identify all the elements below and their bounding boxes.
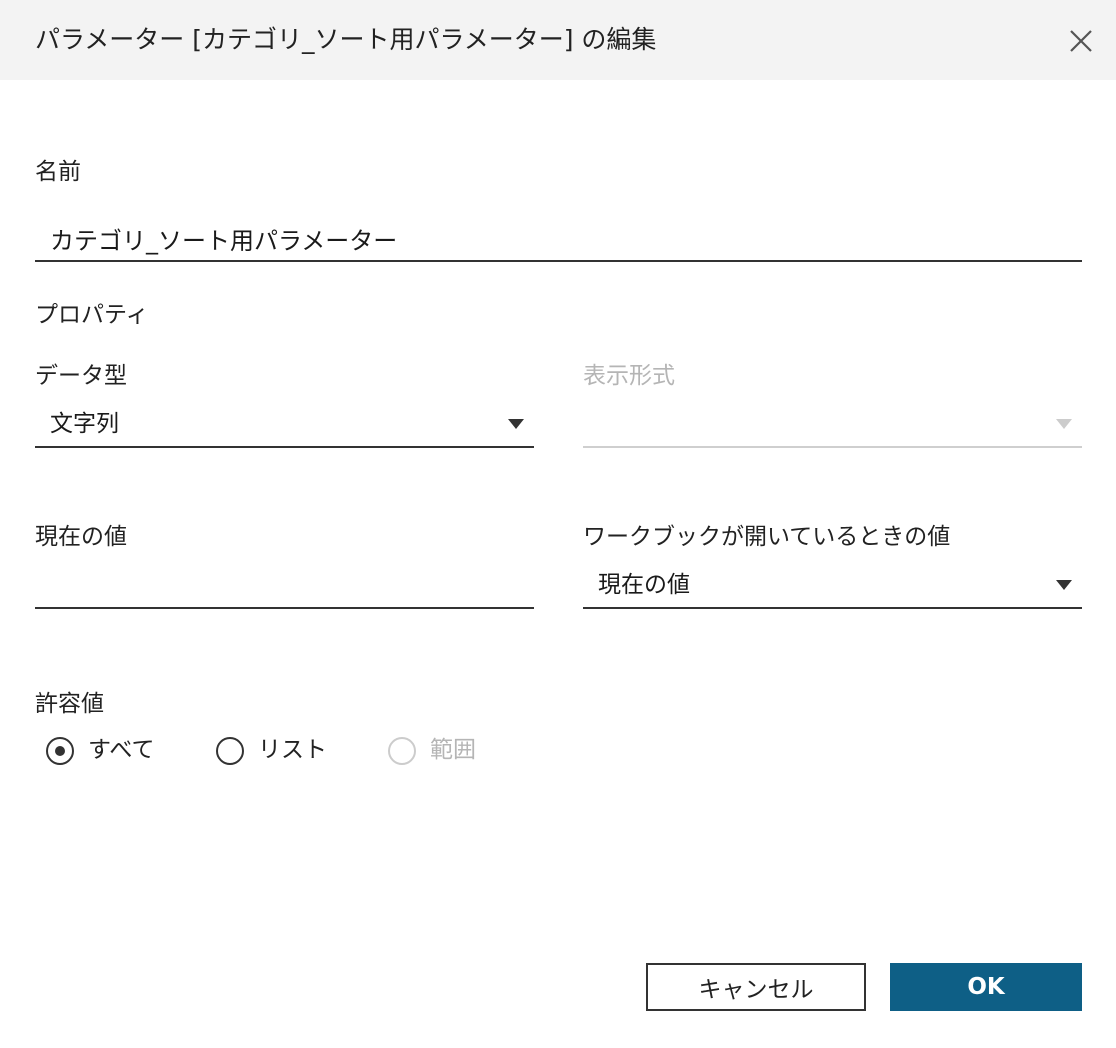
- current-value-input[interactable]: [35, 563, 534, 609]
- radio-all[interactable]: すべて: [46, 734, 186, 770]
- allowable-values-label: 許容値: [35, 691, 104, 717]
- radio-list[interactable]: リスト: [216, 734, 356, 770]
- data-type-label: データ型: [35, 363, 127, 389]
- radio-all-label: すべて: [88, 737, 155, 763]
- properties-heading: プロパティ: [35, 302, 149, 328]
- close-button[interactable]: [1064, 24, 1098, 58]
- radio-list-label: リスト: [258, 737, 327, 763]
- radio-range: 範囲: [388, 734, 508, 770]
- edit-parameter-dialog: パラメーター [カテゴリ_ソート用パラメーター] の編集 名前 プロパティ デー…: [0, 0, 1116, 1048]
- data-type-value: 文字列: [50, 411, 119, 437]
- radio-circle: [46, 737, 74, 765]
- workbook-open-value-select[interactable]: 現在の値: [583, 563, 1082, 609]
- caret-down-icon: [1056, 580, 1072, 590]
- dialog-titlebar: パラメーター [カテゴリ_ソート用パラメーター] の編集: [0, 0, 1116, 80]
- caret-down-icon: [1056, 419, 1072, 429]
- data-type-select[interactable]: 文字列: [35, 402, 534, 448]
- ok-button[interactable]: OK: [890, 963, 1082, 1011]
- dialog-title: パラメーター [カテゴリ_ソート用パラメーター] の編集: [35, 25, 657, 54]
- radio-circle: [388, 737, 416, 765]
- caret-down-icon: [508, 419, 524, 429]
- current-value-label: 現在の値: [35, 524, 127, 550]
- cancel-button[interactable]: キャンセル: [646, 963, 866, 1011]
- display-format-select: [583, 402, 1082, 448]
- radio-range-label: 範囲: [430, 737, 476, 763]
- radio-circle: [216, 737, 244, 765]
- name-label: 名前: [35, 159, 81, 185]
- workbook-open-value-value: 現在の値: [598, 572, 690, 598]
- workbook-open-value-label: ワークブックが開いているときの値: [583, 524, 951, 550]
- name-input[interactable]: [35, 216, 1082, 262]
- display-format-label: 表示形式: [583, 363, 675, 389]
- close-icon: [1070, 30, 1092, 52]
- radio-selected-dot: [55, 746, 65, 756]
